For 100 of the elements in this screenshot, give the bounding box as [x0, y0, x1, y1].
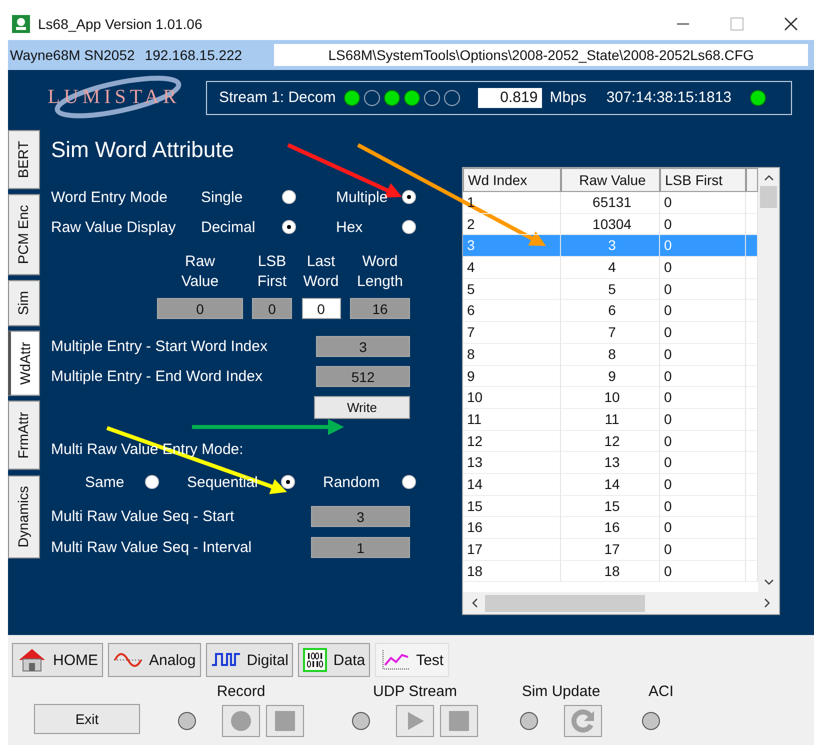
rate-field: 0.819: [478, 88, 542, 108]
table-row[interactable]: 14 14 0: [463, 474, 758, 496]
option-label: Hex: [336, 218, 364, 236]
side-tab[interactable]: Sim: [8, 280, 40, 326]
column-header[interactable]: Wd Index: [463, 168, 561, 192]
house-icon: [17, 647, 47, 673]
table-row[interactable]: 12 12 0: [463, 430, 758, 452]
table-cell: 5: [561, 278, 660, 300]
value-field[interactable]: 0: [302, 298, 340, 319]
setting-label: Raw Value Display: [51, 218, 177, 236]
radio-button[interactable]: [402, 220, 416, 234]
table-cell: 0: [660, 496, 746, 518]
table-row[interactable]: 15 15 0: [463, 496, 758, 518]
table-cell: 0: [660, 430, 746, 452]
table-cell: [746, 300, 758, 322]
record-icon: [229, 709, 253, 733]
nav-tab[interactable]: Digital: [206, 643, 294, 677]
table-row[interactable]: 7 7 0: [463, 322, 758, 344]
radio-button[interactable]: [282, 220, 296, 234]
table-row[interactable]: 5 5 0: [463, 278, 758, 300]
table-cell: [746, 539, 758, 561]
scroll-thumb[interactable]: [485, 594, 645, 612]
field-label: Word Length: [356, 252, 404, 292]
value-field[interactable]: 3: [316, 336, 410, 357]
side-tab[interactable]: FrmAttr: [8, 401, 40, 470]
option-label: Single: [201, 188, 244, 206]
radio-button[interactable]: [145, 475, 159, 489]
table-row[interactable]: 11 11 0: [463, 408, 758, 431]
scroll-up-icon[interactable]: [764, 174, 774, 182]
stream-label: Stream 1: Decom: [219, 89, 336, 106]
config-path-field[interactable]: LS68M\SystemTools\Options\2008-2052_State\2008-2052Ls68.CFG: [274, 44, 808, 66]
table-cell: 7: [561, 322, 660, 344]
table-cell: 8: [561, 344, 660, 366]
write-button[interactable]: Write: [314, 396, 410, 419]
radio-button[interactable]: [281, 475, 295, 489]
table-row[interactable]: 4 4 0: [463, 257, 758, 279]
table-row[interactable]: 9 9 0: [463, 366, 758, 388]
nav-tab[interactable]: Analog: [108, 643, 201, 677]
radio-button[interactable]: [402, 475, 416, 489]
nav-tab[interactable]: Test: [375, 643, 449, 677]
table-cell: [746, 387, 758, 409]
table-cell: 3: [561, 235, 660, 258]
table-cell: 14: [561, 474, 660, 496]
radio-button[interactable]: [282, 190, 296, 204]
side-tab[interactable]: PCM Enc: [8, 194, 40, 276]
table-cell: 11: [561, 408, 660, 431]
table-cell: 12: [561, 430, 660, 452]
rate-unit: Mbps: [550, 89, 586, 106]
field-label: Multi Raw Value Seq - Interval: [51, 539, 252, 556]
value-field[interactable]: 0: [252, 298, 292, 319]
option-label: Same: [85, 474, 126, 490]
side-tab[interactable]: BERT: [8, 130, 40, 190]
binary-icon: [303, 648, 328, 672]
value-field[interactable]: 1: [311, 537, 410, 558]
table-cell: 0: [660, 300, 746, 322]
close-icon[interactable]: [784, 17, 798, 31]
table-row[interactable]: 18 18 0: [463, 560, 758, 582]
line-chart-icon: [380, 648, 410, 672]
group-label: UDP Stream: [373, 683, 457, 700]
field-label: Raw Value: [180, 252, 220, 292]
option-label: Decimal: [201, 218, 256, 236]
side-tab[interactable]: Dynamics: [8, 474, 40, 558]
table-row[interactable]: 10 10 0: [463, 387, 758, 409]
table-cell: 0: [660, 408, 746, 431]
value-field[interactable]: 3: [311, 506, 410, 527]
table-row[interactable]: 16 16 0: [463, 517, 758, 539]
sine-wave-icon: [113, 650, 143, 670]
group-label: ACI: [648, 683, 674, 700]
table-cell: 0: [660, 539, 746, 561]
table-row[interactable]: 17 17 0: [463, 539, 758, 561]
table-cell: [746, 430, 758, 452]
table-cell: 16: [561, 517, 660, 539]
side-tab[interactable]: WdAttr: [8, 331, 40, 396]
column-header[interactable]: [746, 168, 758, 192]
table-cell: [746, 474, 758, 496]
table-cell: 0: [660, 257, 746, 279]
scroll-down-icon[interactable]: [764, 578, 774, 586]
radio-button[interactable]: [402, 190, 416, 204]
table-row[interactable]: 13 13 0: [463, 452, 758, 474]
table-row[interactable]: 6 6 0: [463, 300, 758, 322]
nav-tab[interactable]: HOME: [12, 643, 103, 677]
column-header[interactable]: Raw Value: [561, 168, 660, 192]
table-row[interactable]: 8 8 0: [463, 344, 758, 366]
value-field[interactable]: 512: [316, 366, 410, 387]
value-field[interactable]: 16: [350, 298, 410, 319]
table-cell: [746, 366, 758, 388]
table-cell: [746, 322, 758, 344]
table-cell: [746, 408, 758, 431]
scroll-thumb[interactable]: [760, 186, 777, 208]
table-cell: 0: [660, 322, 746, 344]
exit-button[interactable]: Exit: [34, 704, 140, 734]
stop-icon: [447, 709, 471, 733]
table-cell: 5: [463, 278, 561, 300]
column-header[interactable]: LSB First: [660, 168, 746, 192]
table-cell: 65131: [561, 192, 660, 214]
group-label: Record: [216, 683, 266, 700]
nav-tab[interactable]: Data: [298, 643, 370, 677]
scroll-right-icon[interactable]: [763, 598, 771, 608]
value-field[interactable]: 0: [157, 298, 243, 319]
scroll-left-icon[interactable]: [471, 598, 479, 608]
